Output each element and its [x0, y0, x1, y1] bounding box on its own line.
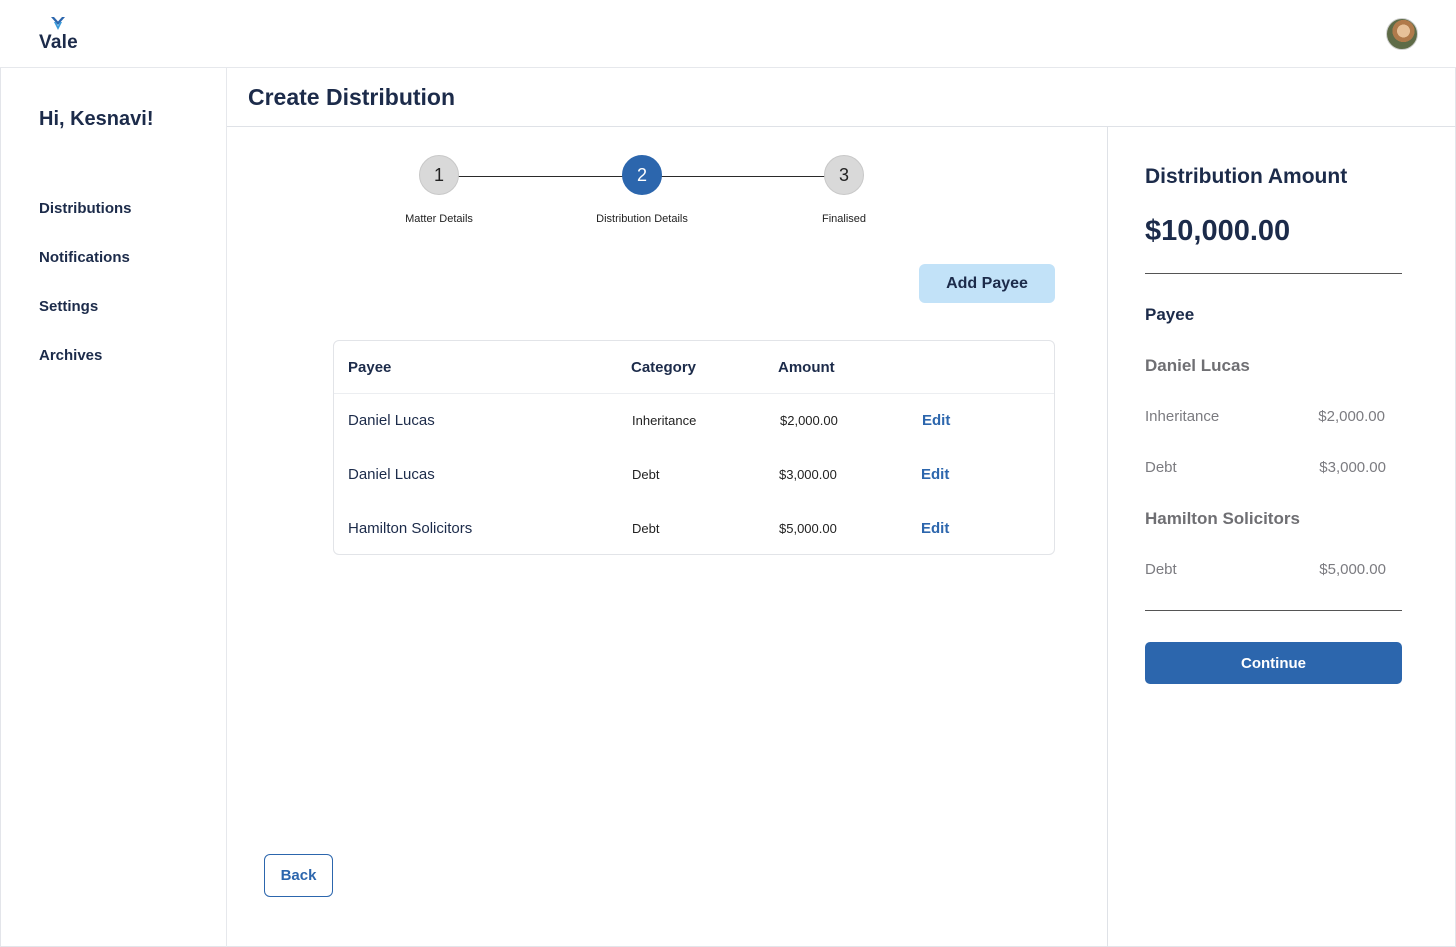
summary-amount: $3,000.00 [1319, 459, 1386, 476]
edit-link[interactable]: Edit [921, 466, 949, 483]
table-row: Daniel Lucas Inheritance $2,000.00 Edit [334, 394, 1054, 448]
edit-link[interactable]: Edit [921, 520, 949, 537]
sidebar-item-settings[interactable]: Settings [39, 298, 98, 315]
step-2-circle[interactable]: 2 [622, 155, 662, 195]
summary-total: $10,000.00 [1145, 215, 1291, 247]
cell-payee: Daniel Lucas [348, 412, 435, 429]
sidebar: Hi, Kesnavi! Distributions Notifications… [0, 68, 227, 947]
continue-button[interactable]: Continue [1145, 642, 1402, 684]
cell-category: Debt [632, 467, 660, 482]
step-3-circle[interactable]: 3 [824, 155, 864, 195]
user-avatar[interactable] [1386, 18, 1418, 50]
summary-category: Debt [1145, 459, 1177, 476]
edit-link[interactable]: Edit [922, 412, 950, 429]
distribution-summary-panel: Distribution Amount $10,000.00 Payee Dan… [1107, 127, 1456, 947]
column-header-amount: Amount [778, 359, 835, 376]
greeting: Hi, Kesnavi! [39, 108, 154, 130]
summary-amount: $2,000.00 [1318, 408, 1385, 425]
step-3-label: Finalised [821, 213, 867, 225]
step-connector [458, 176, 623, 177]
logo-text: Vale [39, 32, 78, 53]
cell-payee: Hamilton Solicitors [348, 520, 473, 537]
summary-payee-heading: Payee [1145, 305, 1195, 324]
cell-amount: $3,000.00 [779, 467, 837, 482]
step-connector [661, 176, 826, 177]
step-1-circle[interactable]: 1 [419, 155, 459, 195]
add-payee-button[interactable]: Add Payee [919, 264, 1055, 303]
leaf-logo-icon [51, 17, 65, 30]
cell-amount: $2,000.00 [780, 413, 838, 428]
summary-divider [1145, 273, 1402, 274]
column-header-payee: Payee [348, 359, 392, 376]
payee-table: Payee Category Amount Daniel Lucas Inher… [333, 340, 1055, 555]
table-row: Hamilton Solicitors Debt $5,000.00 Edit [334, 502, 1054, 556]
cell-payee: Daniel Lucas [348, 466, 435, 483]
summary-divider [1145, 610, 1402, 611]
page-title: Create Distribution [248, 84, 456, 110]
sidebar-item-notifications[interactable]: Notifications [39, 249, 130, 266]
column-header-category: Category [631, 359, 697, 376]
top-bar: Vale [0, 0, 1456, 68]
summary-title: Distribution Amount [1145, 165, 1348, 188]
back-button[interactable]: Back [264, 854, 333, 897]
summary-category: Debt [1145, 561, 1177, 578]
summary-category: Inheritance [1145, 408, 1220, 425]
step-1-label: Matter Details [405, 213, 473, 225]
logo[interactable]: Vale [38, 16, 78, 56]
summary-payee-name: Daniel Lucas [1145, 356, 1250, 375]
cell-category: Inheritance [632, 413, 697, 428]
step-2-label: Distribution Details [596, 213, 688, 225]
page-header: Create Distribution [227, 68, 1456, 127]
table-row: Daniel Lucas Debt $3,000.00 Edit [334, 448, 1054, 502]
cell-category: Debt [632, 521, 660, 536]
summary-payee-name: Hamilton Solicitors [1145, 509, 1300, 528]
cell-amount: $5,000.00 [779, 521, 837, 536]
summary-amount: $5,000.00 [1319, 561, 1386, 578]
sidebar-item-distributions[interactable]: Distributions [39, 200, 132, 217]
sidebar-item-archives[interactable]: Archives [39, 347, 102, 364]
